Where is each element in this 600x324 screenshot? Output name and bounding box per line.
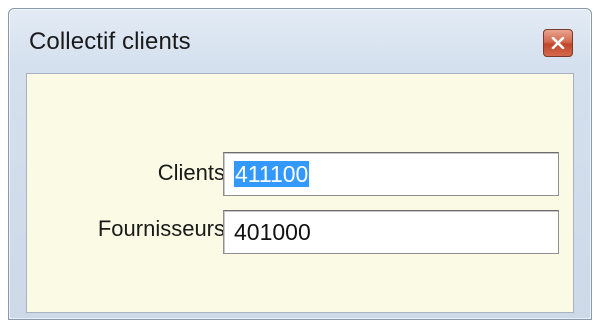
clients-value: 411100 <box>234 161 310 187</box>
dialog-body: Clients 411100 Fournisseurs 401000 <box>26 73 574 313</box>
window-title: Collectif clients <box>29 28 191 55</box>
title-bar[interactable]: Collectif clients <box>9 9 591 67</box>
fournisseurs-input[interactable]: 401000 <box>223 210 559 254</box>
close-button[interactable] <box>543 29 573 57</box>
clients-label: Clients <box>157 160 225 185</box>
clients-input[interactable]: 411100 <box>223 152 559 196</box>
fournisseurs-label: Fournisseurs <box>97 216 225 241</box>
dialog-window: Collectif clients Clients 411100 Fournis… <box>8 8 592 320</box>
close-icon <box>551 37 565 49</box>
fournisseurs-value: 401000 <box>234 219 311 245</box>
